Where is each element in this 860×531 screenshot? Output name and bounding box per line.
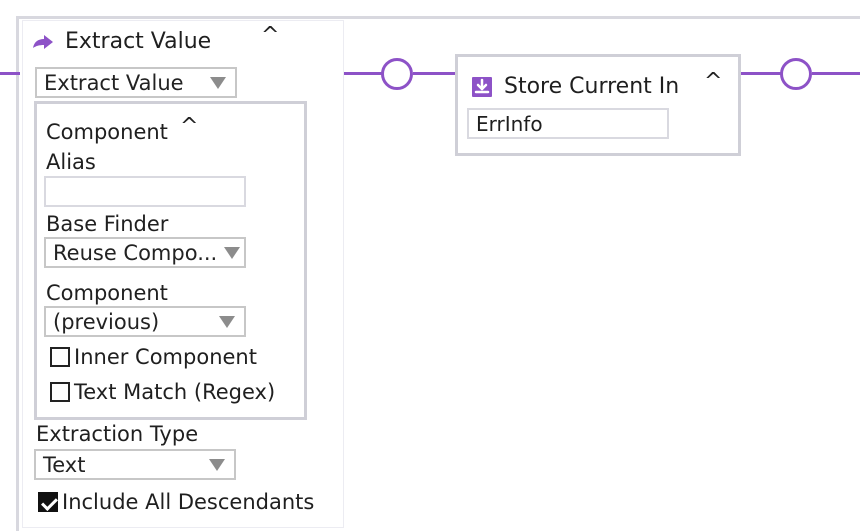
store-current-in-title: Store Current In — [504, 74, 680, 99]
component-select[interactable]: (previous) — [44, 306, 246, 337]
store-current-in-value: ErrInfo — [476, 111, 543, 136]
inner-component-label: Inner Component — [74, 345, 257, 369]
chevron-down-icon — [209, 459, 225, 471]
text-match-regex-label: Text Match (Regex) — [74, 380, 276, 404]
alias-label: Alias — [46, 150, 96, 174]
component-label: Component — [46, 281, 168, 305]
text-match-regex-option[interactable]: Text Match (Regex) — [50, 380, 275, 404]
right-connector-line — [812, 72, 860, 75]
store-to-node-line — [741, 72, 781, 75]
store-current-in-header: Store Current In — [468, 74, 679, 100]
component-value: (previous) — [53, 309, 160, 334]
include-all-descendants-option[interactable]: Include All Descendants — [38, 490, 314, 514]
component-collapse-button[interactable]: ^ — [180, 116, 198, 138]
alias-input[interactable] — [44, 176, 246, 207]
base-finder-label: Base Finder — [46, 212, 169, 236]
forward-arrow-icon — [29, 31, 57, 53]
left-connector-line — [0, 72, 20, 75]
extraction-type-value: Text — [43, 452, 86, 477]
include-all-descendants-checkbox[interactable] — [38, 492, 58, 512]
chevron-down-icon — [224, 247, 240, 259]
chevron-down-icon — [210, 77, 226, 89]
connector-node-right[interactable] — [780, 58, 812, 90]
extract-value-type-value: Extract Value — [44, 70, 184, 95]
connector-node-left[interactable] — [381, 58, 413, 90]
extraction-type-select[interactable]: Text — [34, 449, 236, 480]
extract-value-header: Extract Value — [29, 29, 211, 55]
extraction-type-label: Extraction Type — [36, 422, 199, 446]
include-all-descendants-label: Include All Descendants — [62, 490, 315, 514]
workflow-canvas: Extract Value ^ Extract Value Component … — [0, 0, 860, 531]
extract-to-node-line — [343, 72, 383, 75]
node-to-store-line — [413, 72, 458, 75]
store-current-in-input[interactable]: ErrInfo — [467, 108, 669, 139]
inner-component-checkbox[interactable] — [50, 347, 70, 367]
inner-component-option[interactable]: Inner Component — [50, 345, 257, 369]
download-box-icon — [468, 75, 496, 99]
component-group: Component ^ Alias Base Finder Reuse Comp… — [34, 101, 307, 420]
base-finder-select[interactable]: Reuse Compo... — [44, 237, 246, 268]
extract-value-type-select[interactable]: Extract Value — [35, 67, 237, 98]
text-match-regex-checkbox[interactable] — [50, 382, 70, 402]
store-current-in-card: Store Current In ^ ErrInfo — [455, 54, 741, 156]
store-current-in-collapse-button[interactable]: ^ — [704, 71, 722, 93]
chevron-down-icon — [219, 316, 235, 328]
extract-value-title: Extract Value — [65, 29, 212, 54]
component-group-title: Component — [46, 120, 168, 144]
extract-value-collapse-button[interactable]: ^ — [261, 25, 279, 47]
base-finder-value: Reuse Compo... — [53, 240, 218, 265]
